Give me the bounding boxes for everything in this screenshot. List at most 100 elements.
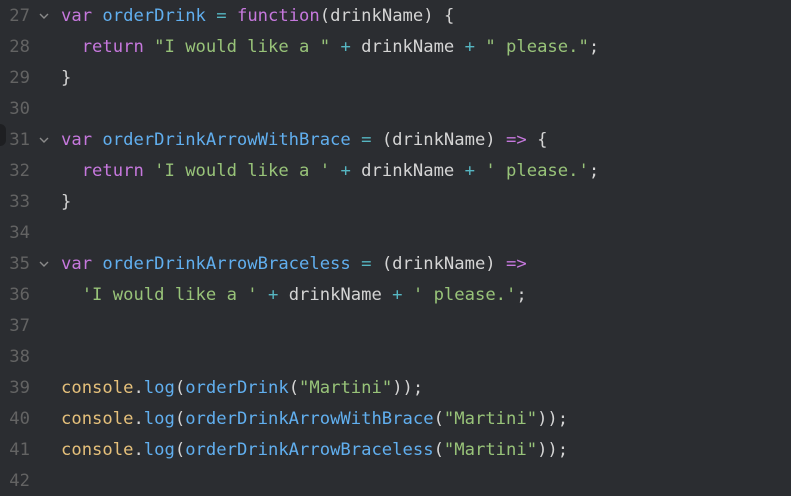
code-line[interactable]: 36 'I would like a ' + drinkName + ' ple… — [0, 280, 791, 311]
code-token: (drinkName) — [371, 130, 507, 150]
code-token: orderDrink — [102, 6, 206, 26]
code-line[interactable]: 30 — [0, 94, 791, 125]
code-line[interactable]: 27 var orderDrink = function(drinkName) { — [0, 1, 791, 32]
code-token: orderDrinkArrowWithBrace — [102, 130, 351, 150]
code-token: ( — [433, 440, 444, 460]
code-token: orderDrinkArrowWithBrace — [185, 409, 434, 429]
code-line[interactable]: 38 — [0, 342, 791, 373]
code-token: return — [81, 37, 144, 57]
code-line[interactable]: 35 var orderDrinkArrowBraceless = (drinkN… — [0, 249, 791, 280]
line-code: var orderDrink = function(drinkName) { — [61, 1, 454, 32]
code-token: (drinkName) — [371, 254, 507, 274]
chevron-down-icon[interactable] — [38, 125, 50, 156]
line-code: return 'I would like a ' + drinkName + '… — [61, 156, 599, 187]
line-number: 34 — [9, 223, 30, 243]
code-token: log — [143, 378, 175, 398]
code-token: ( — [288, 378, 300, 398]
line-number: 29 — [9, 68, 30, 88]
code-token: log — [143, 409, 175, 429]
line-code: var orderDrinkArrowWithBrace = (drinkNam… — [61, 125, 547, 156]
code-token: ; — [516, 285, 527, 305]
line-code: } — [61, 187, 71, 218]
code-token: ' please.' — [485, 161, 589, 181]
code-token: orderDrink — [185, 378, 289, 398]
code-line[interactable]: 40 console.log(orderDrinkArrowWithBrace("… — [0, 404, 791, 435]
code-token: drinkName — [350, 37, 465, 57]
code-line[interactable]: 37 — [0, 311, 791, 342]
code-token: console — [61, 440, 134, 460]
code-token: )); — [537, 440, 569, 460]
code-line[interactable]: 28 return "I would like a " + drinkName … — [0, 32, 791, 63]
code-token: } — [61, 68, 72, 88]
line-number: 40 — [9, 409, 30, 429]
code-token: var — [61, 254, 93, 274]
code-line[interactable]: 39 console.log(orderDrink("Martini")); — [0, 373, 791, 404]
chevron-down-icon[interactable] — [38, 249, 50, 280]
code-token: ( — [433, 409, 444, 429]
code-editor[interactable]: 27 var orderDrink = function(drinkName) {… — [0, 0, 791, 496]
code-line[interactable]: 33} — [0, 187, 791, 218]
code-token: + — [267, 285, 279, 305]
code-line[interactable]: 42 — [0, 466, 791, 496]
code-token: ' please.' — [412, 285, 517, 305]
code-token: = — [361, 254, 372, 274]
line-number: 32 — [9, 161, 30, 181]
code-token: (drinkName) { — [319, 6, 455, 26]
code-token: + — [340, 161, 351, 181]
code-token: => — [506, 254, 527, 274]
chevron-down-icon[interactable] — [38, 1, 50, 32]
code-line[interactable]: 34 — [0, 218, 791, 249]
code-token: orderDrinkArrowBraceless — [102, 254, 351, 274]
line-number: 35 — [9, 254, 30, 274]
code-token: { — [526, 130, 548, 150]
line-number: 33 — [9, 192, 30, 212]
code-token: ; — [588, 37, 600, 57]
code-token: ( — [174, 440, 186, 460]
line-code: console.log(orderDrink("Martini")); — [61, 373, 423, 404]
code-token: console — [61, 378, 134, 398]
code-token: = — [361, 130, 372, 150]
code-line[interactable]: 31 var orderDrinkArrowWithBrace = (drinkN… — [0, 125, 791, 156]
line-number: 31 — [9, 130, 30, 150]
code-line[interactable]: 29} — [0, 63, 791, 94]
line-number: 37 — [9, 316, 30, 336]
code-token: " please." — [485, 37, 589, 57]
line-code: return "I would like a " + drinkName + "… — [61, 32, 599, 63]
code-token: return — [81, 161, 144, 181]
line-number: 30 — [9, 99, 30, 119]
code-token: "Martini" — [443, 440, 538, 460]
line-number: 38 — [9, 347, 30, 367]
code-token: + — [464, 37, 475, 57]
code-token: ( — [174, 378, 186, 398]
code-token: )); — [537, 409, 569, 429]
code-token: } — [61, 192, 72, 212]
code-token: drinkName — [350, 161, 465, 181]
code-token: . — [133, 440, 144, 460]
line-code: console.log(orderDrinkArrowWithBrace("Ma… — [61, 404, 568, 435]
code-token: var — [61, 6, 93, 26]
line-number: 28 — [9, 37, 30, 57]
code-token: )); — [392, 378, 424, 398]
code-token: "I would like a " — [154, 37, 331, 57]
code-token: + — [392, 285, 403, 305]
code-line[interactable]: 41 console.log(orderDrinkArrowBraceless("… — [0, 435, 791, 466]
code-token: function — [236, 6, 320, 26]
code-line[interactable]: 32 return 'I would like a ' + drinkName … — [0, 156, 791, 187]
line-code: } — [61, 63, 71, 94]
line-number: 41 — [9, 440, 30, 460]
code-token: = — [216, 6, 227, 26]
